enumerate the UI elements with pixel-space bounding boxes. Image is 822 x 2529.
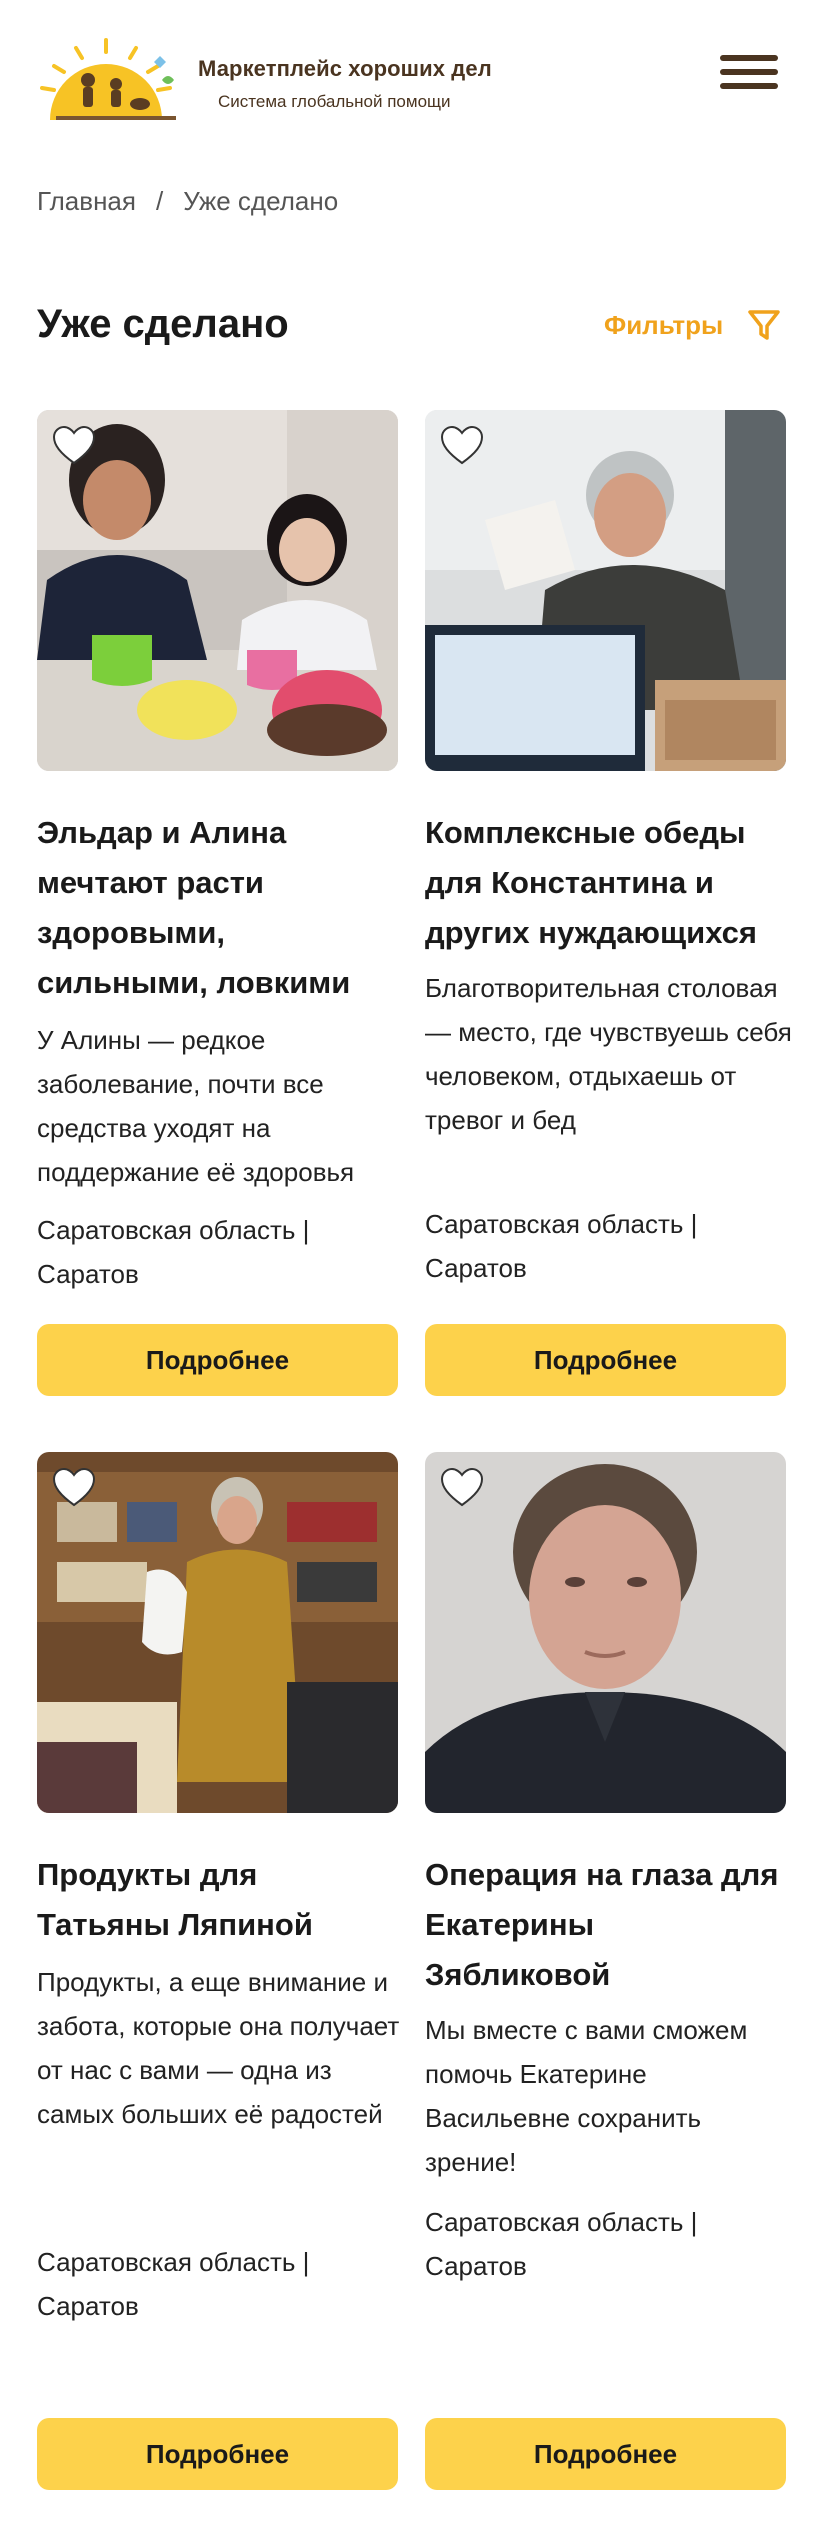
card-location: Саратовская область | Саратов [37,1215,310,1289]
card-title: Операция на глаза для Екатерины Зябликов… [425,1857,779,1992]
details-button[interactable]: Подробнее [425,1324,786,1396]
filters-label: Фильтры [604,309,724,340]
card-title: Продукты для Татьяны Ляпиной [37,1857,313,1942]
brand-subtitle: Система глобальной помощи [218,92,451,111]
filters-button[interactable]: Фильтры [604,308,781,342]
favorite-heart-icon[interactable] [439,424,485,466]
favorite-heart-icon[interactable] [51,424,97,466]
menu-bar [720,55,778,61]
sun-children-logo[interactable] [36,36,182,120]
favorite-heart-icon[interactable] [51,1466,97,1508]
breadcrumb-current: Уже сделано [183,186,339,216]
breadcrumb-home-link[interactable]: Главная [37,186,136,217]
page-title: Уже сделано [37,302,289,346]
details-button[interactable]: Подробнее [425,2418,786,2490]
menu-bar [720,69,778,75]
funnel-icon [748,310,780,340]
card-title: Эльдар и Алина мечтают расти здоровыми, … [37,815,351,1000]
breadcrumb-separator: / [155,186,164,216]
project-photo[interactable] [37,410,398,771]
card-location: Саратовская область | Саратов [425,2207,698,2281]
details-button[interactable]: Подробнее [37,2418,398,2490]
project-photo[interactable] [425,410,786,771]
project-photo[interactable] [37,1452,398,1813]
card-title: Комплексные обеды для Константина и друг… [425,815,757,950]
card-description: Благотворительная столовая — место, где … [425,973,792,1135]
breadcrumb: Главная / Уже сделано [37,186,338,217]
hamburger-menu-icon[interactable] [720,55,778,99]
project-photo[interactable] [425,1452,786,1813]
details-button[interactable]: Подробнее [37,1324,398,1396]
card-description: У Алины — редкое заболевание, почти все … [37,1025,355,1187]
card-location: Саратовская область | Саратов [425,1209,698,1283]
card-description: Продукты, а еще внимание и забота, котор… [37,1967,400,2129]
menu-bar [720,83,778,89]
brand: Маркетплейс хороших дел Система глобальн… [198,56,492,112]
favorite-heart-icon[interactable] [439,1466,485,1508]
site-header: Маркетплейс хороших дел Система глобальн… [0,0,822,150]
card-location: Саратовская область | Саратов [37,2247,310,2321]
card-description: Мы вместе с вами сможем помочь Екатерине… [425,2015,748,2177]
brand-title: Маркетплейс хороших дел [198,56,492,81]
